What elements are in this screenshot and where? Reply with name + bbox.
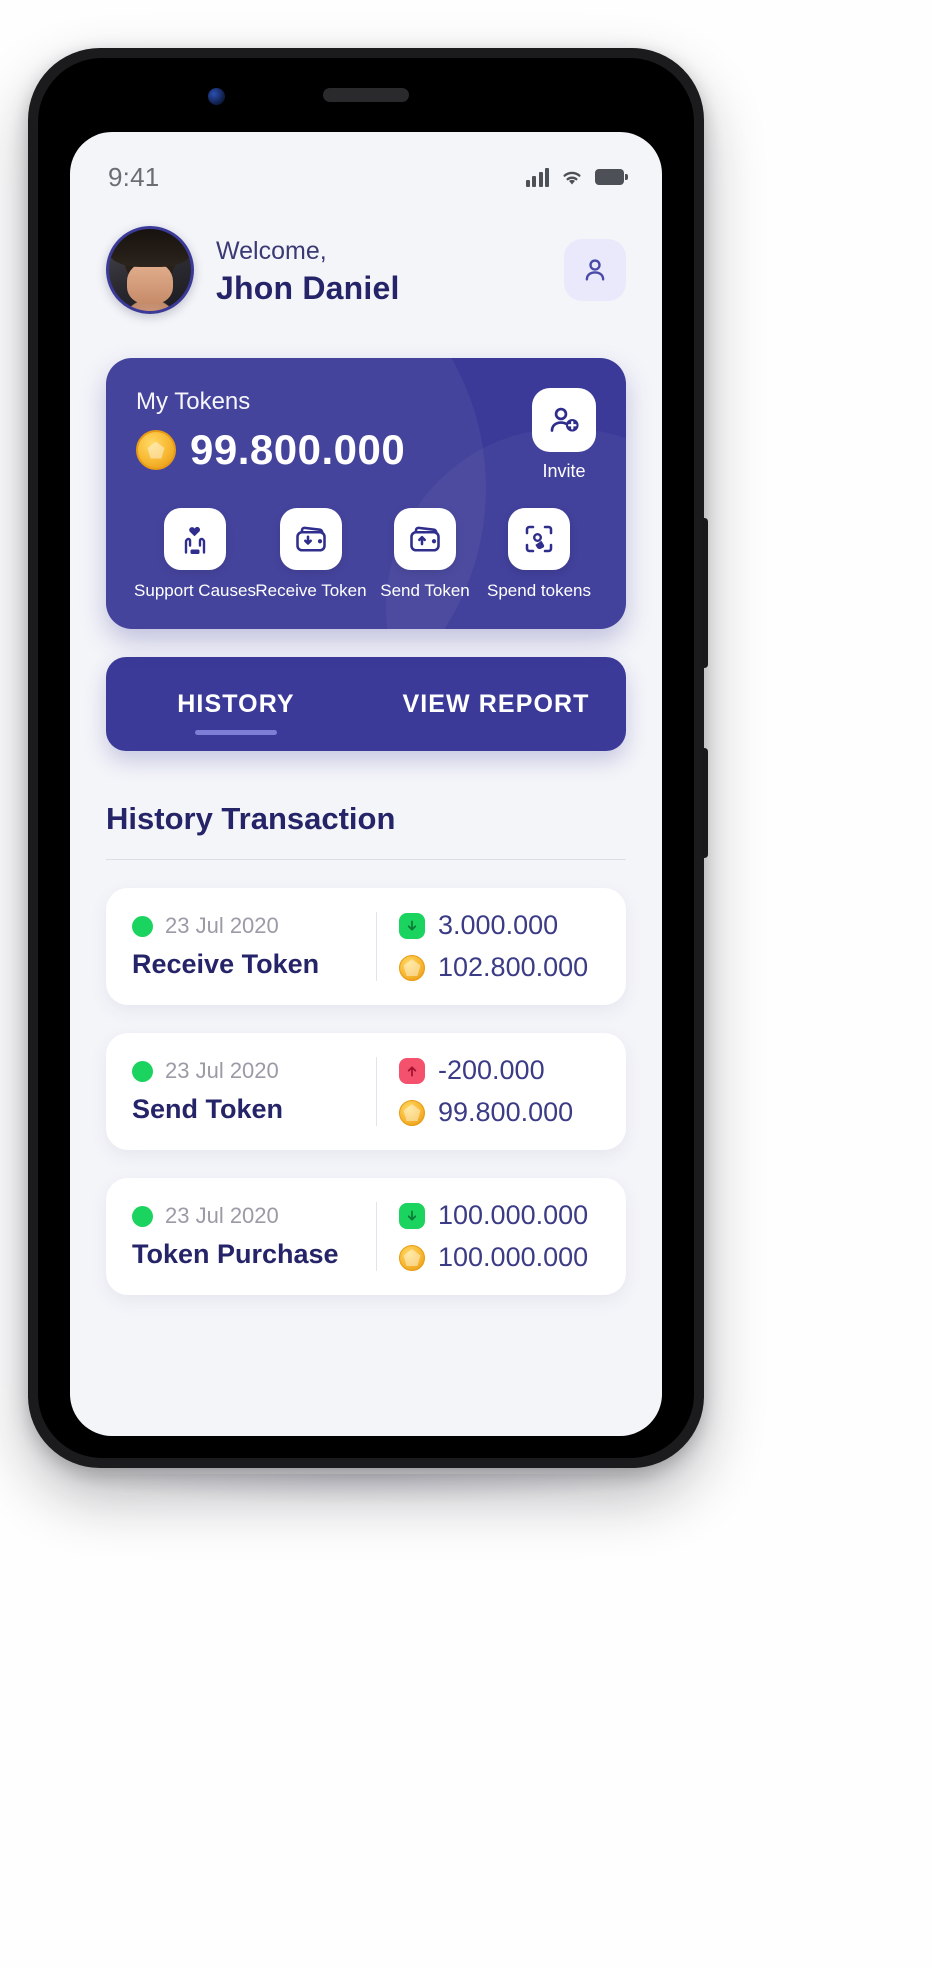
status-dot-icon [132, 1205, 153, 1227]
history-title: History Transaction [106, 801, 396, 836]
transaction-amounts: -200.000 99.800.000 [399, 1055, 573, 1128]
token-balance-card: My Tokens 99.800.000 Invite Support Caus… [106, 358, 626, 629]
hands-heart-icon [184, 526, 206, 554]
transaction-type: Receive Token [132, 949, 320, 979]
arrow-down-badge-icon [399, 1202, 425, 1229]
volume-button[interactable] [701, 748, 708, 858]
transaction-date-row: 23 Jul 2020 [132, 1058, 376, 1084]
balance-row: 100.000.000 [399, 1242, 588, 1273]
transaction-amounts: 3.000.000 102.800.000 [399, 910, 588, 983]
greeting-text: Welcome, [216, 237, 327, 265]
wallet-up-arrow-icon [410, 526, 440, 552]
profile-button[interactable] [564, 239, 626, 301]
action-label: Support Causes [134, 581, 256, 600]
running-balance: 99.800.000 [438, 1097, 574, 1127]
balance-row: 102.800.000 [399, 952, 588, 983]
action-send-token[interactable]: Send Token [368, 508, 482, 601]
running-balance: 102.800.000 [438, 952, 589, 982]
phone-device: 9:41 Welcome, Jhon Daniel My Tokens 99.8… [28, 48, 708, 1468]
status-dot-icon [132, 1060, 153, 1082]
welcome-block: Welcome, Jhon Daniel [216, 233, 400, 307]
device-shadow [60, 1474, 672, 1504]
scan-hand-icon [525, 525, 553, 553]
gold-coin-icon [399, 1244, 425, 1271]
transaction-info: 23 Jul 2020 Send Token [132, 1058, 376, 1125]
status-icons [525, 167, 628, 187]
invite-label: Invite [542, 461, 586, 481]
tab-history[interactable]: HISTORY [106, 690, 366, 719]
action-receive-token[interactable]: Receive Token [254, 508, 368, 601]
invite-button[interactable] [532, 388, 596, 452]
action-spend-tokens[interactable]: Spend tokens [482, 508, 596, 601]
power-button[interactable] [701, 518, 708, 668]
gold-coin-icon [399, 954, 425, 981]
row-divider [376, 912, 377, 981]
transaction-type: Send Token [132, 1094, 284, 1124]
transaction-amount: 3.000.000 [438, 910, 559, 940]
spend-tokens-button[interactable] [508, 508, 570, 570]
user-name: Jhon Daniel [216, 270, 400, 306]
arrow-up-badge-icon [399, 1057, 425, 1084]
status-bar: 9:41 [70, 132, 662, 204]
transaction-date: 23 Jul 2020 [165, 1058, 279, 1083]
send-token-button[interactable] [394, 508, 456, 570]
transaction-type: Token Purchase [132, 1239, 339, 1269]
gold-coin-icon [136, 430, 176, 470]
wifi-icon [563, 171, 581, 184]
support-causes-button[interactable] [164, 508, 226, 570]
status-dot-icon [132, 915, 153, 937]
battery-icon [595, 169, 628, 185]
transaction-list: 23 Jul 2020 Receive Token 3.000.000 102.… [106, 888, 626, 1295]
section-divider [106, 859, 626, 860]
table-row[interactable]: 23 Jul 2020 Send Token -200.000 99.800.0… [106, 1033, 626, 1150]
row-divider [376, 1202, 377, 1271]
phone-screen: 9:41 Welcome, Jhon Daniel My Tokens 99.8… [70, 132, 662, 1436]
signal-bars-icon [525, 167, 549, 187]
front-camera-icon [208, 88, 225, 105]
earpiece-speaker [323, 88, 409, 102]
transaction-date: 23 Jul 2020 [165, 913, 279, 938]
app-header: Welcome, Jhon Daniel [70, 204, 662, 314]
transaction-amount: -200.000 [438, 1055, 545, 1085]
transaction-info: 23 Jul 2020 Token Purchase [132, 1203, 376, 1270]
running-balance: 100.000.000 [438, 1242, 589, 1272]
history-report-tabs: HISTORY VIEW REPORT [106, 657, 626, 751]
add-person-icon [550, 407, 579, 432]
table-row[interactable]: 23 Jul 2020 Receive Token 3.000.000 102.… [106, 888, 626, 1005]
balance-row: 99.800.000 [136, 426, 532, 474]
action-label: Spend tokens [487, 581, 591, 600]
balance-row: 99.800.000 [399, 1097, 573, 1128]
row-divider [376, 1057, 377, 1126]
amount-row: 3.000.000 [399, 910, 588, 941]
my-tokens-label: My Tokens [136, 388, 251, 415]
receive-token-button[interactable] [280, 508, 342, 570]
transaction-date-row: 23 Jul 2020 [132, 913, 376, 939]
status-time: 9:41 [108, 161, 160, 192]
person-icon [585, 259, 605, 281]
arrow-down-badge-icon [399, 912, 425, 939]
transaction-date-row: 23 Jul 2020 [132, 1203, 376, 1229]
quick-actions: Support Causes Receive Token Send Token … [134, 508, 596, 601]
token-balance: 99.800.000 [190, 426, 406, 473]
screenshot-stage: 9:41 Welcome, Jhon Daniel My Tokens 99.8… [0, 0, 932, 1968]
transaction-amount: 100.000.000 [438, 1200, 589, 1230]
transaction-info: 23 Jul 2020 Receive Token [132, 913, 376, 980]
avatar[interactable] [106, 226, 194, 314]
gold-coin-icon [399, 1099, 425, 1126]
token-card-top: My Tokens 99.800.000 Invite [136, 388, 596, 482]
tab-view-report[interactable]: VIEW REPORT [366, 690, 626, 719]
balance-block: My Tokens 99.800.000 [136, 388, 532, 474]
amount-row: -200.000 [399, 1055, 573, 1086]
transaction-date: 23 Jul 2020 [165, 1203, 279, 1228]
table-row[interactable]: 23 Jul 2020 Token Purchase 100.000.000 1… [106, 1178, 626, 1295]
transaction-amounts: 100.000.000 100.000.000 [399, 1200, 588, 1273]
wallet-down-arrow-icon [296, 526, 326, 552]
action-support-causes[interactable]: Support Causes [134, 508, 256, 601]
invite-action[interactable]: Invite [532, 388, 596, 482]
action-label: Send Token [380, 581, 470, 600]
amount-row: 100.000.000 [399, 1200, 588, 1231]
action-label: Receive Token [255, 581, 367, 600]
